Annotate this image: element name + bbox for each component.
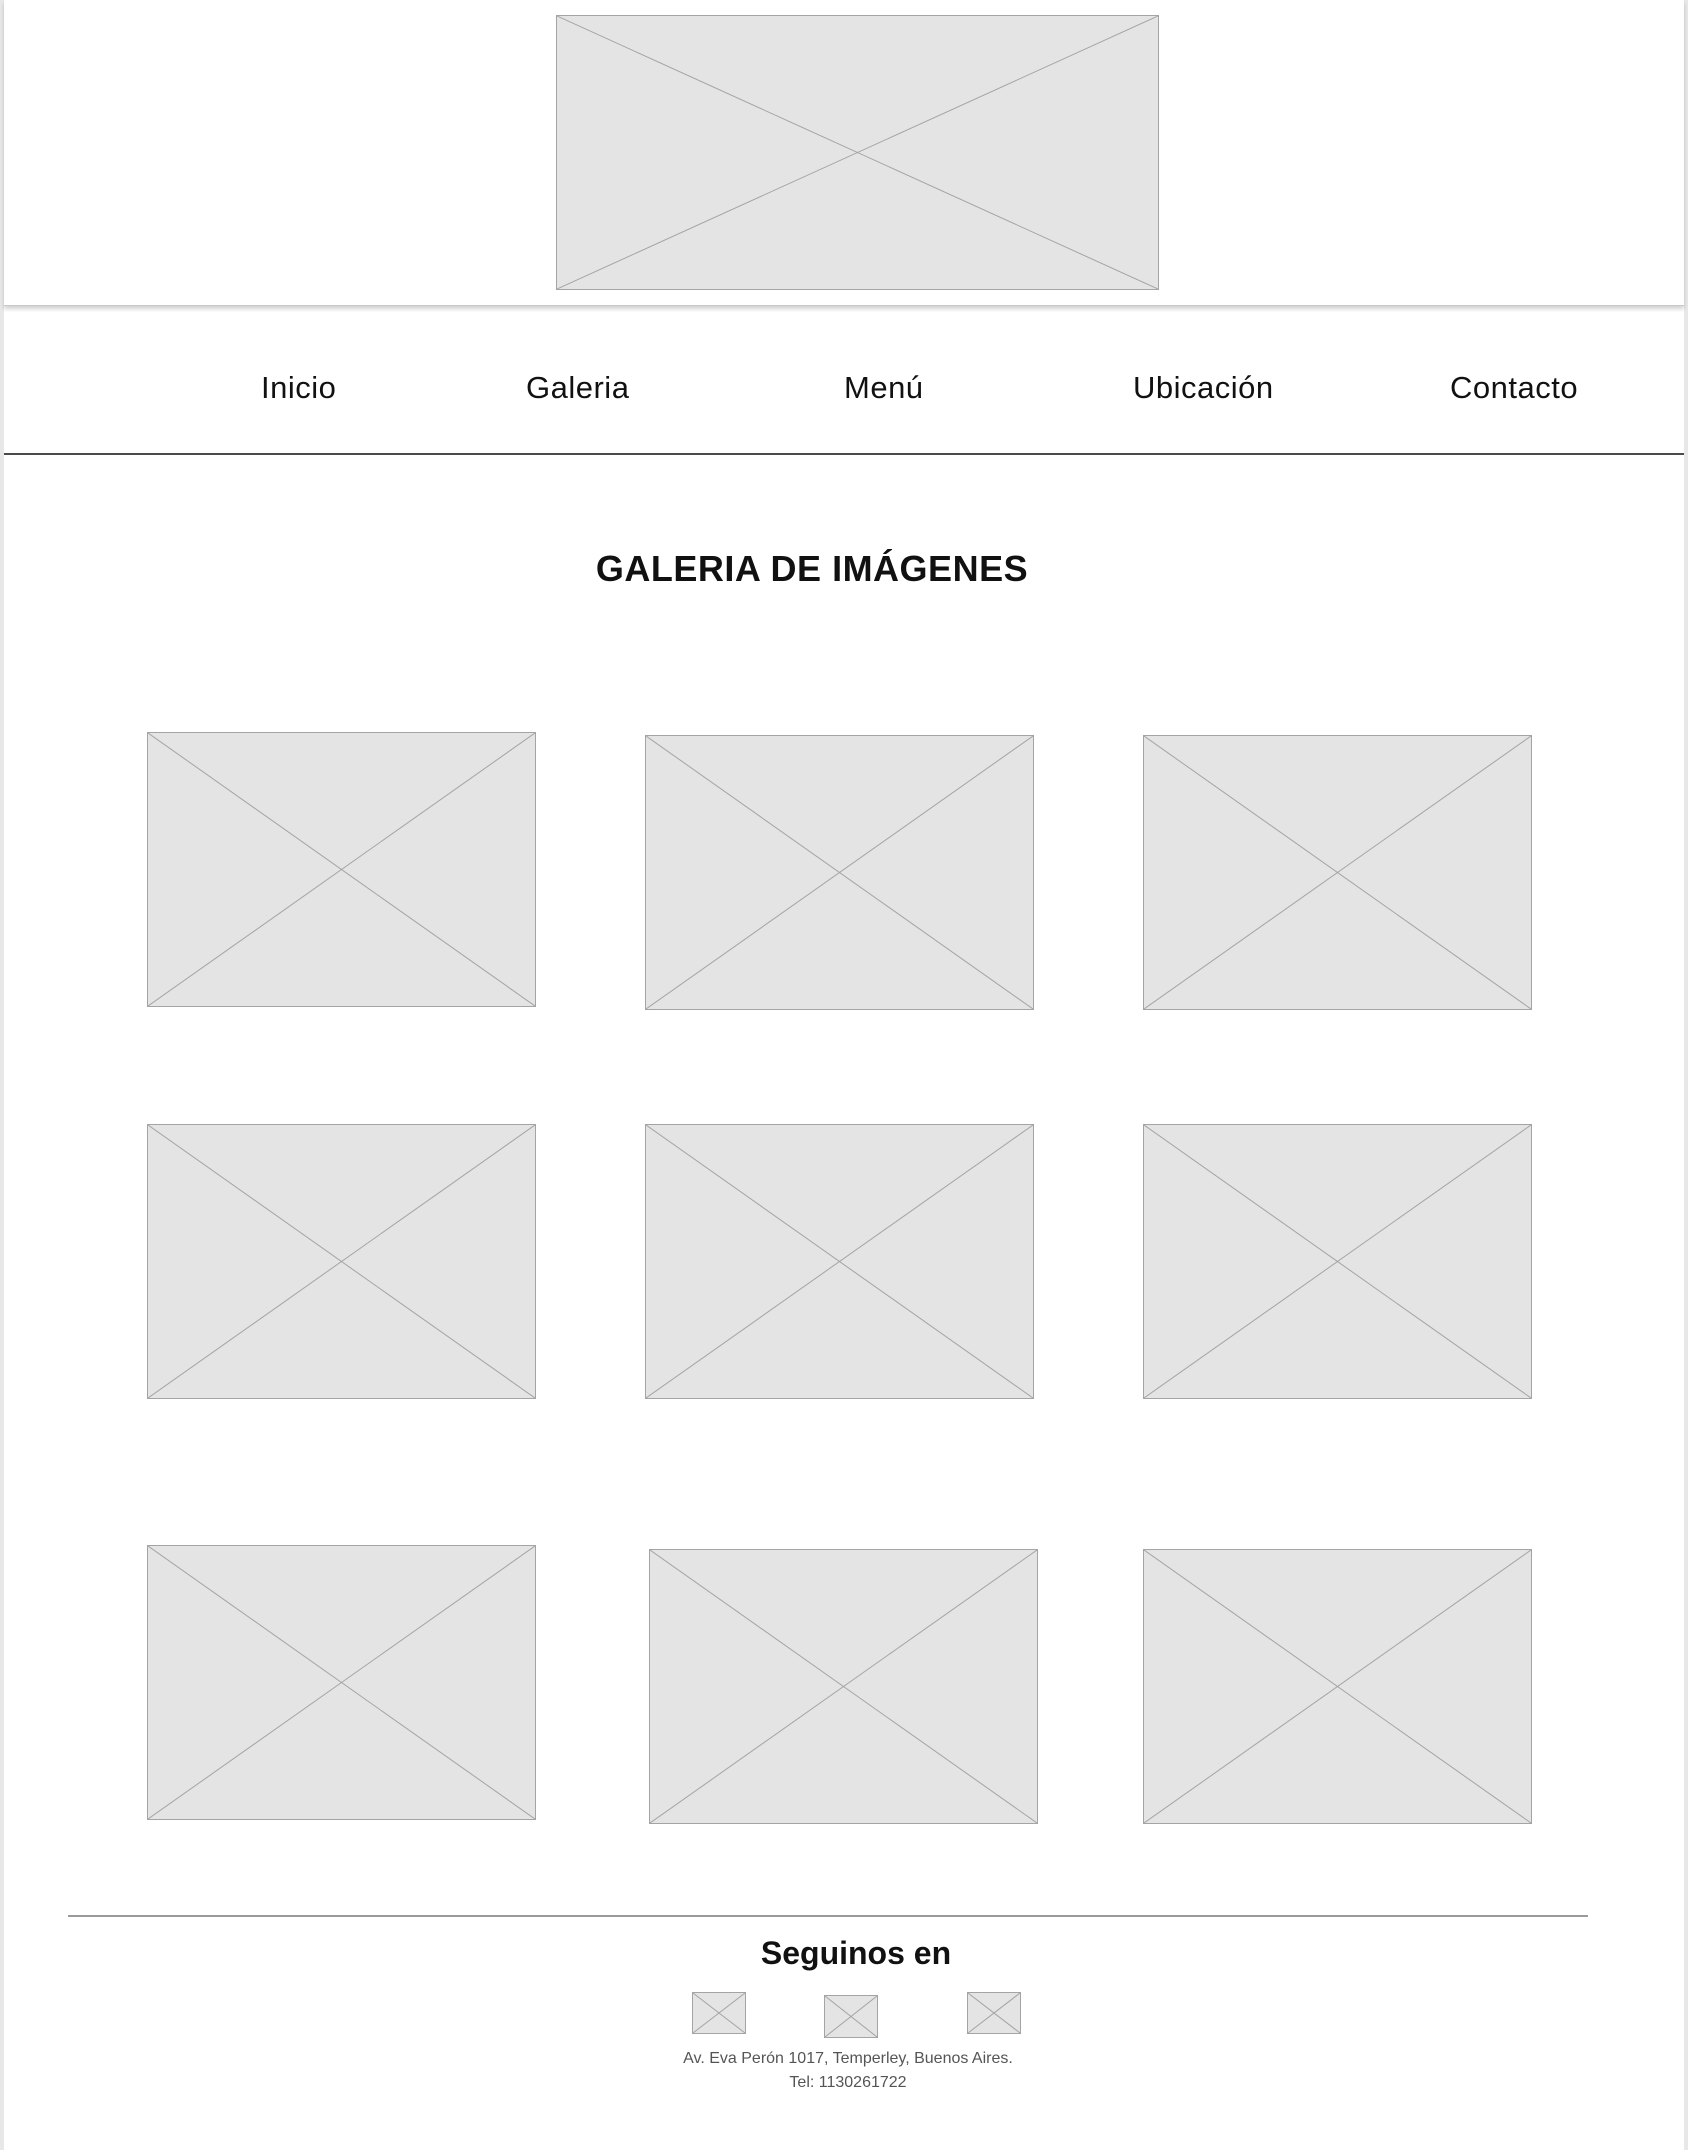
nav-item-inicio[interactable]: Inicio — [261, 370, 336, 406]
gallery-image-placeholder[interactable] — [645, 735, 1034, 1010]
page-title: GALERIA DE IMÁGENES — [595, 548, 1029, 589]
footer-divider — [68, 1915, 1588, 1917]
footer-address: Av. Eva Perón 1017, Temperley, Buenos Ai… — [683, 2050, 1013, 2067]
site-header — [4, 0, 1684, 306]
footer-follow-heading: Seguinos en — [760, 1935, 952, 1971]
gallery-image-placeholder[interactable] — [1143, 735, 1532, 1010]
footer-phone: Tel: 1130261722 — [789, 2074, 907, 2091]
main-navigation: Inicio Galeria Menú Ubicación Contacto — [4, 306, 1684, 456]
social-icon-placeholder[interactable] — [824, 1995, 878, 2038]
nav-item-menu[interactable]: Menú — [844, 370, 924, 406]
gallery-image-placeholder[interactable] — [645, 1124, 1034, 1399]
social-icon-placeholder[interactable] — [692, 1992, 746, 2034]
nav-item-contacto[interactable]: Contacto — [1450, 370, 1578, 406]
gallery-image-placeholder[interactable] — [649, 1549, 1038, 1824]
nav-divider — [4, 453, 1684, 455]
nav-item-ubicacion[interactable]: Ubicación — [1133, 370, 1274, 406]
gallery-image-placeholder[interactable] — [147, 1124, 536, 1399]
social-icon-placeholder[interactable] — [967, 1992, 1021, 2034]
gallery-image-placeholder[interactable] — [147, 1545, 536, 1820]
gallery-image-placeholder[interactable] — [1143, 1549, 1532, 1824]
nav-item-galeria[interactable]: Galeria — [526, 370, 629, 406]
logo-image-placeholder — [556, 15, 1159, 290]
gallery-image-placeholder[interactable] — [1143, 1124, 1532, 1399]
gallery-image-placeholder[interactable] — [147, 732, 536, 1007]
page-right-edge — [1684, 0, 1688, 2150]
